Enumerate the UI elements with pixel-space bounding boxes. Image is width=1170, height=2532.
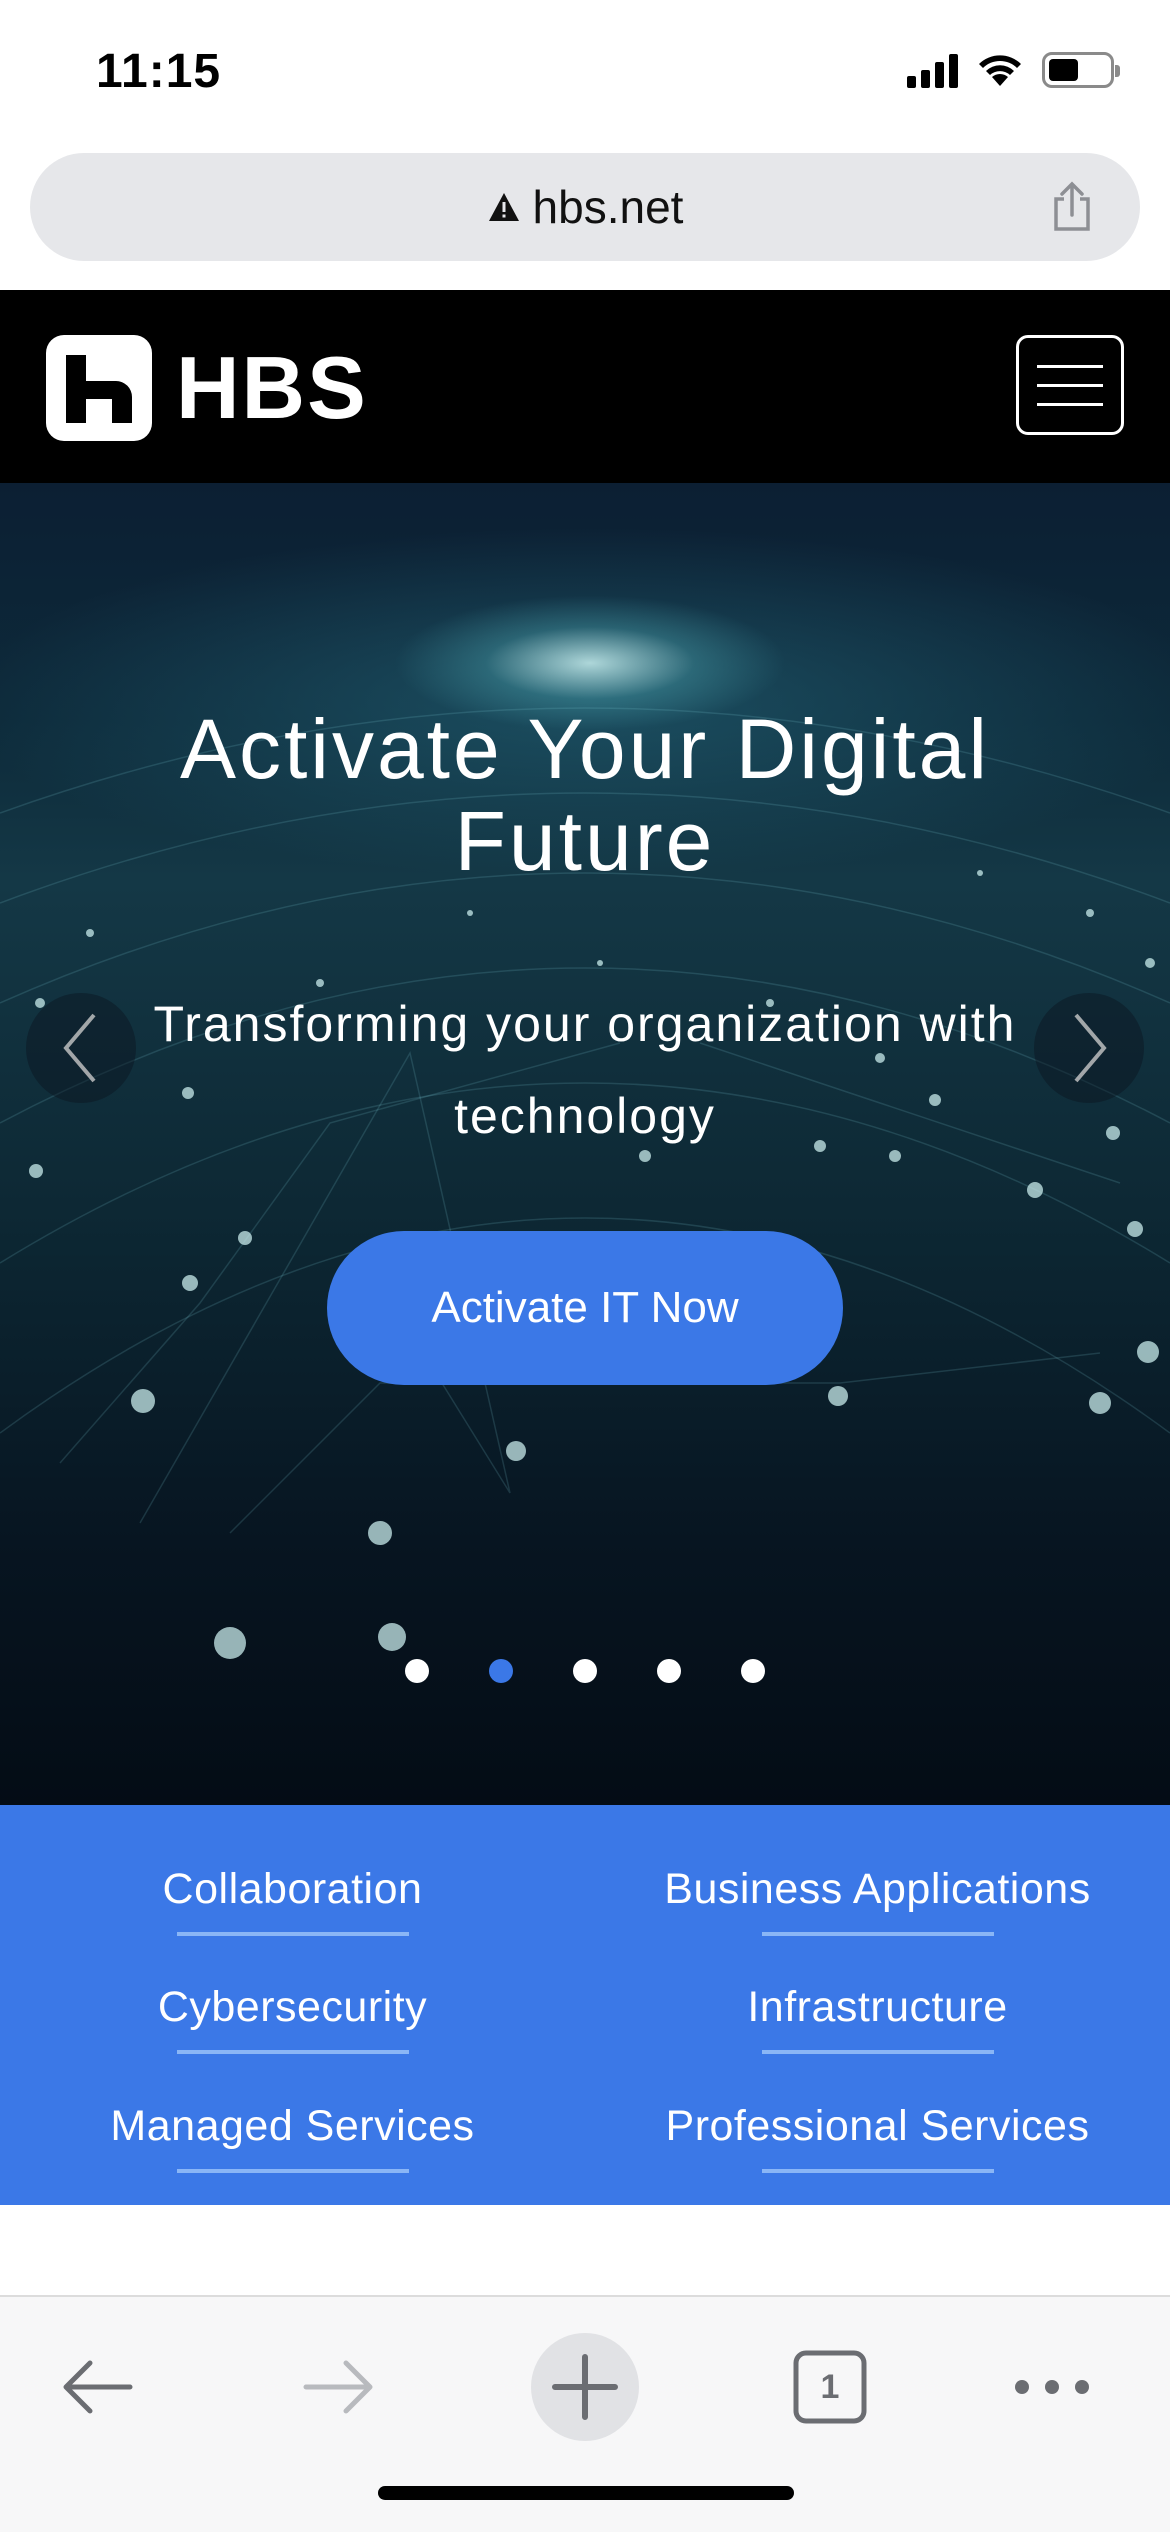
chevron-left-icon <box>63 1013 96 1083</box>
hero-subtitle: Transforming your organization with tech… <box>153 996 1017 1144</box>
carousel-dot-3[interactable] <box>573 1659 597 1683</box>
carousel-dot-5[interactable] <box>741 1659 765 1683</box>
underline <box>762 2050 994 2054</box>
more-menu-button[interactable] <box>992 2327 1112 2447</box>
services-nav: Collaboration Business Applications Cybe… <box>0 1805 1170 2205</box>
service-link-managed-services[interactable]: Managed Services <box>0 2102 585 2151</box>
chevron-right-icon <box>1074 1013 1107 1083</box>
tabs-button[interactable]: 1 <box>770 2327 890 2447</box>
hamburger-menu-icon[interactable] <box>1016 335 1124 435</box>
warning-icon <box>488 193 519 221</box>
plus-icon <box>531 2333 639 2441</box>
logo-text: HBS <box>176 338 368 437</box>
forward-arrow-icon <box>303 2360 373 2414</box>
logo-mark-icon <box>46 335 152 441</box>
wifi-icon <box>979 55 1021 86</box>
carousel-indicators <box>0 1659 1170 1683</box>
status-icons <box>907 52 1120 88</box>
service-link-business-applications[interactable]: Business Applications <box>585 1865 1170 1914</box>
battery-icon <box>1042 52 1120 88</box>
status-bar: 11:15 <box>0 0 1170 140</box>
carousel-next-button[interactable] <box>1034 993 1144 1103</box>
site-logo[interactable]: HBS <box>46 335 368 441</box>
carousel-prev-button[interactable] <box>26 993 136 1103</box>
service-link-professional-services[interactable]: Professional Services <box>585 2102 1170 2151</box>
url-text: hbs.net <box>532 181 684 233</box>
home-indicator <box>378 2486 794 2500</box>
underline <box>177 2169 409 2173</box>
hero-title: Activate Your Digital Future <box>179 702 991 888</box>
carousel-dot-4[interactable] <box>657 1659 681 1683</box>
tab-count: 1 <box>820 2367 840 2406</box>
activate-it-now-button[interactable]: Activate IT Now <box>327 1231 843 1385</box>
carousel-dot-2[interactable] <box>489 1659 513 1683</box>
underline <box>762 2169 994 2173</box>
service-link-infrastructure[interactable]: Infrastructure <box>585 1983 1170 2032</box>
new-tab-button[interactable] <box>525 2327 645 2447</box>
back-button[interactable] <box>36 2327 156 2447</box>
service-link-collaboration[interactable]: Collaboration <box>0 1865 585 1914</box>
underline <box>762 1932 994 1936</box>
forward-button[interactable] <box>280 2327 400 2447</box>
cellular-signal-icon <box>907 52 958 88</box>
carousel-dot-1[interactable] <box>405 1659 429 1683</box>
address-bar[interactable]: hbs.net <box>30 153 1140 261</box>
service-link-cybersecurity[interactable]: Cybersecurity <box>0 1983 585 2032</box>
underline <box>177 2050 409 2054</box>
underline <box>177 1932 409 1936</box>
back-arrow-icon <box>63 2360 133 2414</box>
more-icon <box>1015 2380 1089 2394</box>
share-icon[interactable] <box>1044 179 1100 235</box>
site-header: HBS <box>0 290 1170 483</box>
status-time: 11:15 <box>96 45 222 98</box>
hero-carousel: Activate Your Digital Future Transformin… <box>0 483 1170 1805</box>
url-display: hbs.net <box>487 180 684 234</box>
